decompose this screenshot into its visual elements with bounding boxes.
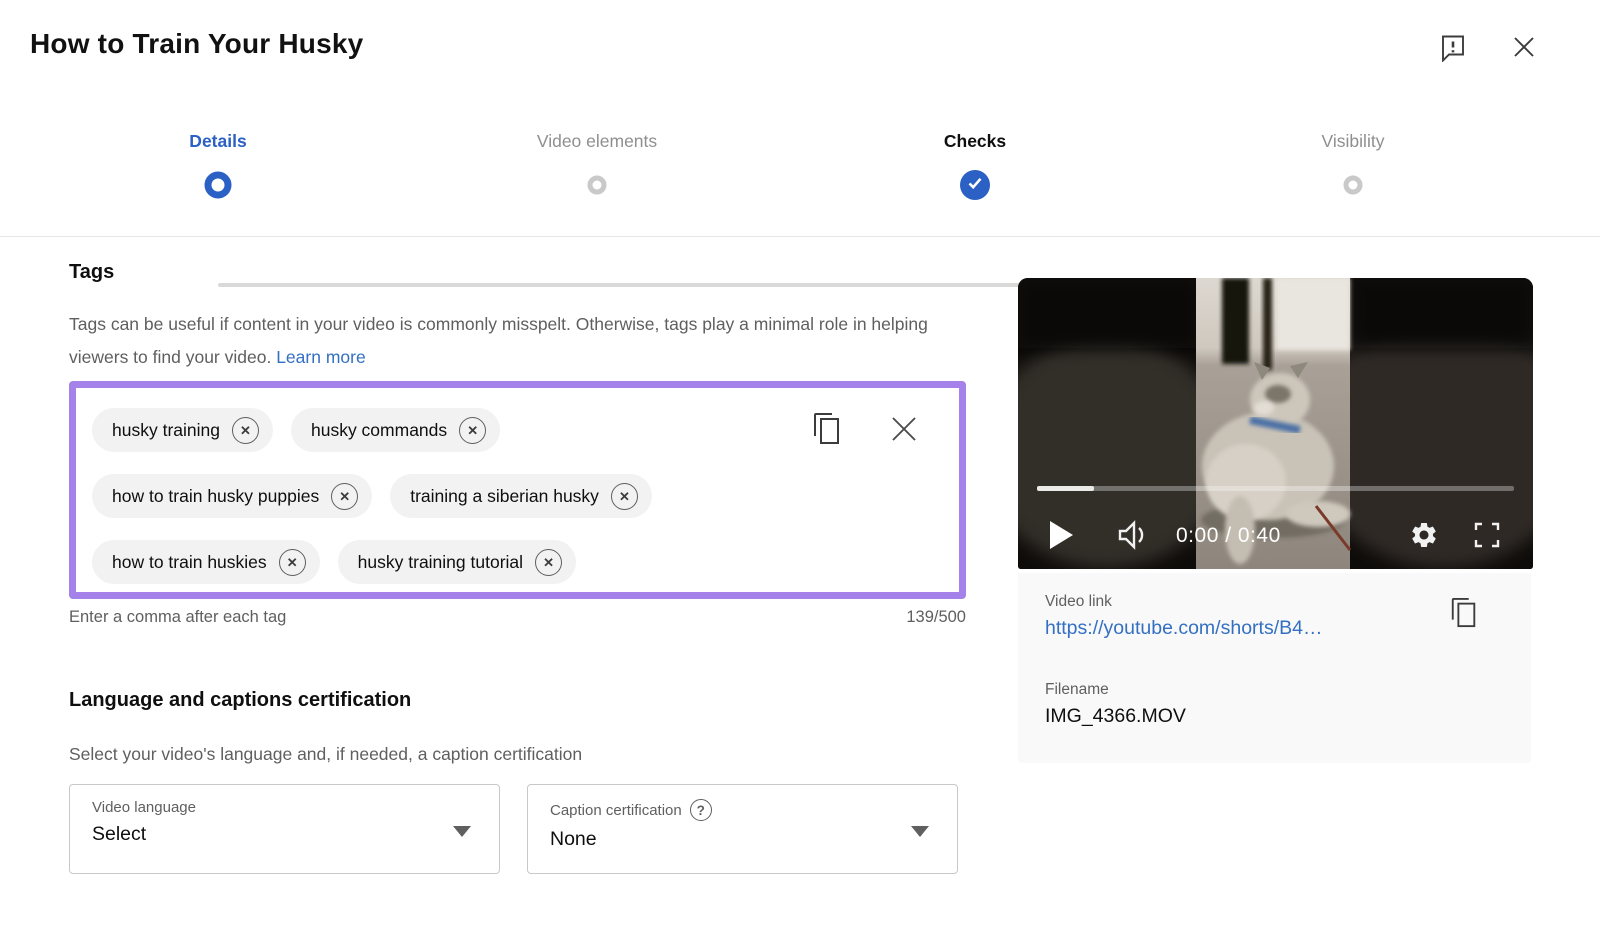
play-icon <box>1048 520 1074 553</box>
tags-description-text: Tags can be useful if content in your vi… <box>69 314 928 367</box>
clear-tags-button[interactable] <box>889 414 919 447</box>
player-progress-bar[interactable] <box>1037 486 1514 491</box>
tag-chip-label: how to train husky puppies <box>112 486 319 507</box>
tag-remove-button[interactable]: ✕ <box>331 483 358 510</box>
tags-helper-row: Enter a comma after each tag 139/500 <box>69 608 966 627</box>
step-dot-video-elements[interactable] <box>588 176 607 195</box>
video-language-dropdown[interactable]: Video language Select <box>69 784 500 874</box>
tag-chip: husky training ✕ <box>92 408 273 452</box>
tag-remove-button[interactable]: ✕ <box>232 417 259 444</box>
tag-chip-label: husky commands <box>311 420 447 441</box>
feedback-button[interactable] <box>1438 32 1468 65</box>
tags-input-highlighted[interactable]: husky training ✕ husky commands ✕ how to… <box>69 381 966 599</box>
gear-icon <box>1409 520 1439 553</box>
caption-certification-label: Caption certification ? <box>550 799 935 821</box>
tab-details[interactable]: Details <box>189 131 246 152</box>
play-button[interactable] <box>1048 520 1074 553</box>
tag-row: how to train husky puppies ✕ training a … <box>92 474 943 518</box>
upload-dialog: How to Train Your Husky Details <box>0 0 1600 931</box>
tag-remove-button[interactable]: ✕ <box>279 549 306 576</box>
tab-details-label: Details <box>189 131 246 152</box>
dropdown-caret-icon <box>453 826 471 837</box>
settings-button[interactable] <box>1409 520 1439 553</box>
volume-button[interactable] <box>1116 520 1150 553</box>
feedback-icon <box>1438 32 1468 65</box>
tag-chip: husky commands ✕ <box>291 408 500 452</box>
tags-helper-text: Enter a comma after each tag <box>69 608 286 627</box>
copy-tags-button[interactable] <box>811 410 843 451</box>
step-dot-checks[interactable] <box>960 170 990 200</box>
close-button[interactable] <box>1510 33 1538 64</box>
caption-certification-label-text: Caption certification <box>550 802 682 819</box>
tag-chip: training a siberian husky ✕ <box>390 474 652 518</box>
checkmark-icon <box>966 174 984 197</box>
player-time: 0:00 / 0:40 <box>1176 524 1281 548</box>
tags-description: Tags can be useful if content in your vi… <box>69 308 929 374</box>
dropdown-caret-icon <box>911 826 929 837</box>
video-link-label: Video link <box>1045 593 1322 611</box>
clear-icon <box>889 414 919 447</box>
language-description: Select your video's language and, if nee… <box>69 738 929 771</box>
tag-chip: how to train husky puppies ✕ <box>92 474 372 518</box>
video-language-label: Video language <box>92 799 477 816</box>
step-dot-visibility[interactable] <box>1344 176 1363 195</box>
volume-icon <box>1116 520 1150 553</box>
filename-label: Filename <box>1045 681 1186 699</box>
player-progress-loaded <box>1037 486 1094 491</box>
tag-chip: how to train huskies ✕ <box>92 540 320 584</box>
video-player[interactable]: 0:00 / 0:40 <box>1018 278 1533 569</box>
tag-chip-label: how to train huskies <box>112 552 267 573</box>
filename-value: IMG_4366.MOV <box>1045 705 1186 728</box>
tags-input-inner: husky training ✕ husky commands ✕ how to… <box>76 388 959 592</box>
fullscreen-button[interactable] <box>1473 521 1501 552</box>
tag-chip-label: husky training <box>112 420 220 441</box>
tag-chip-label: husky training tutorial <box>358 552 523 573</box>
language-heading: Language and captions certification <box>69 689 411 712</box>
caption-certification-dropdown[interactable]: Caption certification ? None <box>527 784 958 874</box>
tab-checks-label: Checks <box>944 131 1006 152</box>
tags-char-counter: 139/500 <box>906 608 966 627</box>
progress-stepper: Details Video elements Checks Visibility <box>0 100 1600 236</box>
video-language-value: Select <box>92 823 477 846</box>
player-controls: 0:00 / 0:40 <box>1018 506 1533 566</box>
close-icon <box>1510 33 1538 64</box>
tab-video-elements-label: Video elements <box>537 131 657 152</box>
tab-visibility-label: Visibility <box>1322 131 1385 152</box>
help-icon[interactable]: ? <box>690 799 712 821</box>
tag-remove-button[interactable]: ✕ <box>535 549 562 576</box>
filename-block: Filename IMG_4366.MOV <box>1045 681 1186 728</box>
tag-remove-button[interactable]: ✕ <box>611 483 638 510</box>
tagbox-actions <box>811 410 919 451</box>
video-link-url[interactable]: https://youtube.com/shorts/B4… <box>1045 617 1322 640</box>
copy-icon <box>1449 595 1479 634</box>
tag-chip-label: training a siberian husky <box>410 486 599 507</box>
tags-heading: Tags <box>69 261 114 284</box>
fullscreen-icon <box>1473 521 1501 552</box>
step-dot-details[interactable] <box>205 172 232 199</box>
header-actions <box>1438 32 1538 65</box>
copy-icon <box>811 410 843 451</box>
tag-row: how to train huskies ✕ husky training tu… <box>92 540 943 584</box>
learn-more-link[interactable]: Learn more <box>276 347 366 367</box>
tab-visibility[interactable]: Visibility <box>1322 131 1385 152</box>
dialog-title: How to Train Your Husky <box>30 28 363 60</box>
stepper-divider <box>0 236 1600 237</box>
video-link-block: Video link https://youtube.com/shorts/B4… <box>1045 593 1322 640</box>
tag-remove-button[interactable]: ✕ <box>459 417 486 444</box>
video-info-panel: Video link https://youtube.com/shorts/B4… <box>1018 573 1531 763</box>
tab-checks[interactable]: Checks <box>944 131 1006 152</box>
tab-video-elements[interactable]: Video elements <box>537 131 657 152</box>
copy-link-button[interactable] <box>1449 595 1479 634</box>
caption-certification-value: None <box>550 828 935 851</box>
tag-chip: husky training tutorial ✕ <box>338 540 576 584</box>
